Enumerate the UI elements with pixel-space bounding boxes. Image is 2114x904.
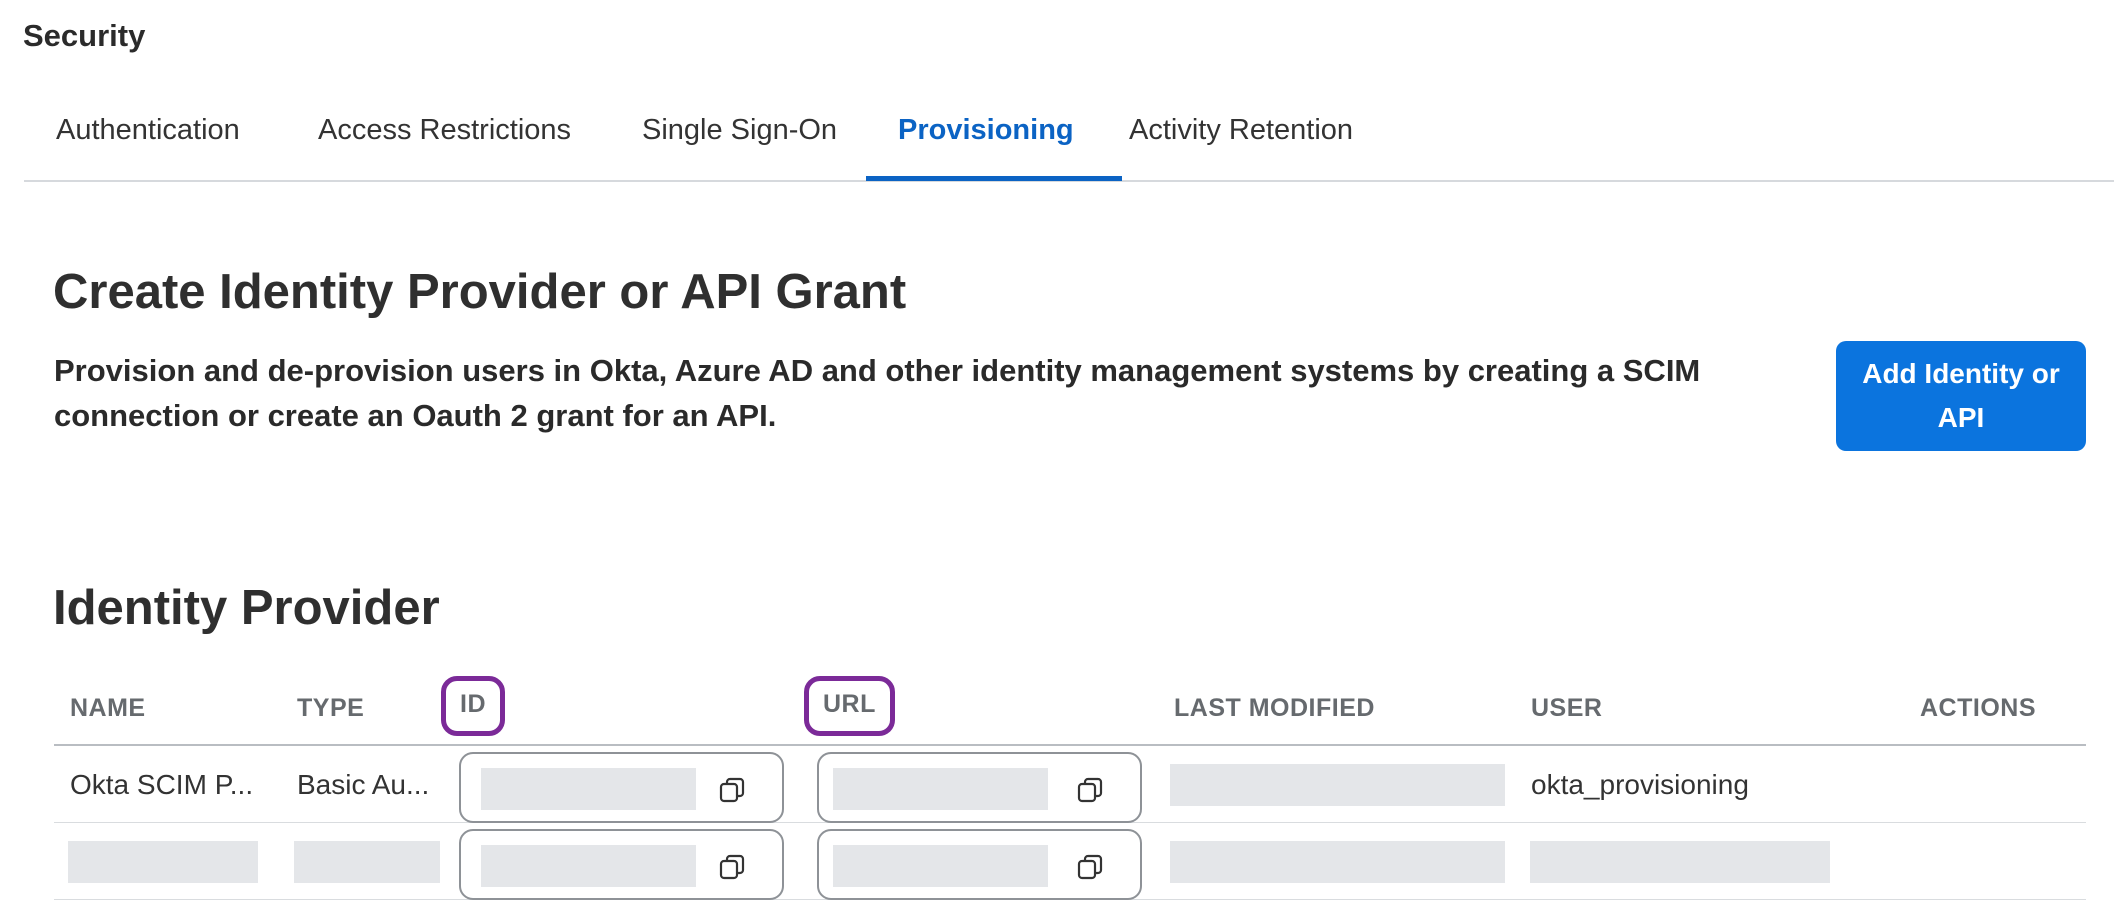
- page-title: Security: [23, 18, 146, 53]
- copy-icon[interactable]: [718, 776, 746, 804]
- column-header-last-modified: LAST MODIFIED: [1174, 694, 1375, 722]
- cell-name: Okta SCIM P...: [70, 769, 254, 800]
- type-redacted: [294, 841, 440, 883]
- create-section-description: Provision and de-provision users in Okta…: [54, 353, 1701, 433]
- copy-icon[interactable]: [1076, 776, 1104, 804]
- active-tab-indicator: [866, 176, 1122, 181]
- url-copy-field[interactable]: [817, 752, 1142, 823]
- tab-activity-retention[interactable]: Activity Retention: [1129, 110, 1353, 182]
- last-modified-redacted: [1170, 764, 1505, 806]
- copy-icon[interactable]: [1076, 853, 1104, 881]
- table-row[interactable]: [54, 823, 2086, 900]
- create-section-title: Create Identity Provider or API Grant: [53, 265, 907, 319]
- name-redacted: [68, 841, 258, 883]
- tab-access-restrictions[interactable]: Access Restrictions: [318, 110, 571, 182]
- id-value-redacted: [481, 845, 696, 887]
- column-header-user: USER: [1531, 694, 1603, 722]
- url-value-redacted: [833, 845, 1048, 887]
- id-value-redacted: [481, 768, 696, 810]
- id-copy-field[interactable]: [459, 829, 784, 900]
- identity-provider-title: Identity Provider: [53, 581, 440, 635]
- tab-provisioning[interactable]: Provisioning: [898, 110, 1074, 182]
- add-identity-or-api-button[interactable]: Add Identity or API: [1836, 341, 2086, 451]
- security-tabs: Authentication Access Restrictions Singl…: [24, 110, 2114, 182]
- user-redacted: [1530, 841, 1830, 883]
- column-header-name: NAME: [70, 694, 146, 722]
- table-row[interactable]: Okta SCIM P... Basic Au... okta_provisio…: [54, 746, 2086, 823]
- url-copy-field[interactable]: [817, 829, 1142, 900]
- column-header-actions: ACTIONS: [1920, 694, 2036, 722]
- id-copy-field[interactable]: [459, 752, 784, 823]
- column-header-type: TYPE: [297, 694, 365, 722]
- column-header-id: ID: [441, 676, 505, 736]
- tab-authentication[interactable]: Authentication: [56, 110, 240, 182]
- column-header-url: URL: [804, 676, 895, 736]
- copy-icon[interactable]: [718, 853, 746, 881]
- last-modified-redacted: [1170, 841, 1505, 883]
- cell-user: okta_provisioning: [1531, 769, 1749, 800]
- cell-type: Basic Au...: [297, 769, 430, 800]
- url-value-redacted: [833, 768, 1048, 810]
- tab-single-sign-on[interactable]: Single Sign-On: [642, 110, 837, 182]
